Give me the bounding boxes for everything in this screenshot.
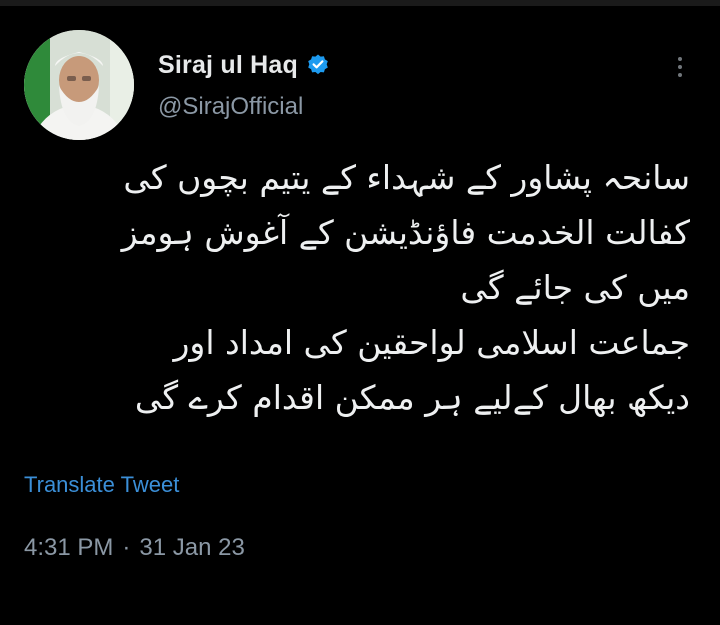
- more-dot: [678, 57, 682, 61]
- tweet-screenshot: Siraj ul Haq @SirajOfficial سانحہ پشاور …: [0, 0, 720, 625]
- tweet-text: سانحہ پشاور کے شہداء کے یتیم بچوں کی کفا…: [30, 150, 690, 425]
- tweet-time[interactable]: 4:31 PM: [24, 534, 113, 562]
- author-name-row: Siraj ul Haq: [158, 48, 330, 82]
- more-dot: [678, 65, 682, 69]
- tweet-line: میں کی جائے گی: [460, 268, 690, 307]
- more-dot: [678, 73, 682, 77]
- avatar[interactable]: [24, 30, 134, 140]
- tweet-line: سانحہ پشاور کے شہداء کے یتیم بچوں کی: [123, 158, 690, 197]
- more-vertical-icon[interactable]: [666, 50, 694, 84]
- tweet-line: دیکھ بھال کےلیے ہر ممکن اقدام کرے گی: [134, 378, 690, 417]
- author-display-name[interactable]: Siraj ul Haq: [158, 51, 298, 80]
- tweet-line: جماعت اسلامی لواحقین کی امداد اور: [173, 323, 691, 362]
- verified-badge-icon: [306, 53, 330, 77]
- tweet-date[interactable]: 31 Jan 23: [139, 534, 244, 562]
- timestamp-separator: ·: [122, 534, 131, 561]
- top-edge-divider: [0, 0, 720, 6]
- tweet-line: کفالت الخدمت فاؤنڈیشن کے آغوش ہومز: [121, 213, 690, 252]
- translate-tweet-link[interactable]: Translate Tweet: [24, 472, 179, 498]
- tweet-timestamp: 4:31 PM · 31 Jan 23: [24, 534, 245, 562]
- author-handle[interactable]: @SirajOfficial: [158, 93, 303, 121]
